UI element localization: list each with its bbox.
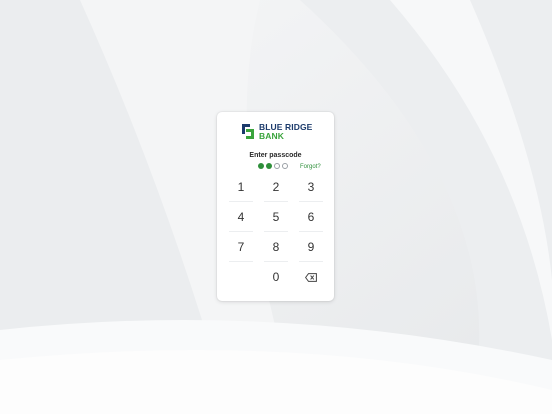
bank-name-line2: BANK — [259, 130, 284, 141]
backspace-button[interactable] — [297, 266, 325, 288]
backspace-icon — [305, 273, 317, 282]
passcode-prompt: Enter passcode — [249, 152, 302, 159]
bank-logo-text: BLUE RIDGE BANK — [259, 123, 312, 140]
keypad-key-3[interactable]: 3 — [297, 176, 325, 202]
passcode-dot-empty — [274, 163, 280, 169]
keypad-key-7[interactable]: 7 — [227, 236, 255, 262]
passcode-dot-empty — [282, 163, 288, 169]
passcode-dot-filled — [266, 163, 272, 169]
keypad-key-0[interactable]: 0 — [262, 266, 290, 288]
bank-logo-mark — [242, 124, 254, 139]
forgot-passcode-link[interactable]: Forgot? — [300, 164, 321, 170]
bank-logo: BLUE RIDGE BANK — [241, 122, 321, 142]
keypad-key-8[interactable]: 8 — [262, 236, 290, 262]
passcode-dot-filled — [258, 163, 264, 169]
passcode-card: BLUE RIDGE BANK Enter passcode Forgot? 1… — [217, 112, 334, 301]
keypad-key-1[interactable]: 1 — [227, 176, 255, 202]
keypad-key-2[interactable]: 2 — [262, 176, 290, 202]
passcode-dots — [258, 163, 288, 171]
keypad-key-6[interactable]: 6 — [297, 206, 325, 232]
keypad-key-4[interactable]: 4 — [227, 206, 255, 232]
keypad-key-5[interactable]: 5 — [262, 206, 290, 232]
keypad-key-9[interactable]: 9 — [297, 236, 325, 262]
